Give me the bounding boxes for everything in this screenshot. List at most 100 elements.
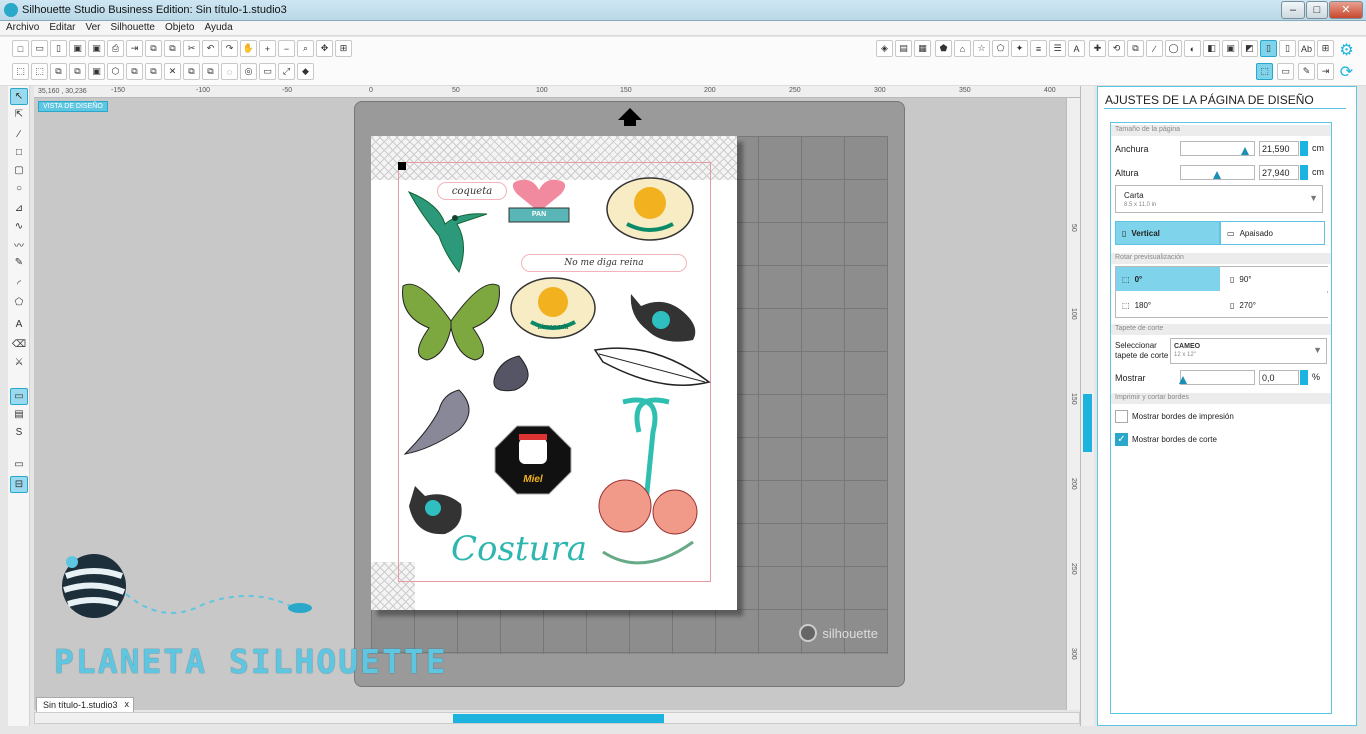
- polygon-tool-icon[interactable]: ⊿: [10, 200, 28, 217]
- duplicate-icon[interactable]: ⧉: [126, 63, 143, 80]
- close-button[interactable]: ✕: [1329, 1, 1363, 19]
- height-slider[interactable]: [1180, 165, 1255, 180]
- zoom-select-icon[interactable]: ⌕: [297, 40, 314, 57]
- bring-to-front-icon[interactable]: ▣: [88, 63, 105, 80]
- page-setup-icon[interactable]: ▯: [1260, 40, 1277, 57]
- transform-icon[interactable]: ✚: [1089, 40, 1106, 57]
- horizontal-scrollbar[interactable]: [34, 712, 1080, 724]
- costura-text-sticker[interactable]: Costura: [449, 524, 589, 574]
- line-tool-icon[interactable]: ∕: [10, 126, 28, 143]
- outline-shape-icon[interactable]: ⬠: [992, 40, 1009, 57]
- cut-settings-icon[interactable]: ✎: [1298, 63, 1315, 80]
- library-book-icon[interactable]: ▤: [10, 406, 28, 423]
- line-style-icon[interactable]: ▤: [895, 40, 912, 57]
- horizontal-scroll-thumb[interactable]: [453, 714, 664, 723]
- offset-icon[interactable]: ◯: [1165, 40, 1182, 57]
- ellipse-tool-icon[interactable]: ○: [10, 180, 28, 197]
- release-compound-icon[interactable]: ⧉: [69, 63, 86, 80]
- redo-icon[interactable]: ↷: [221, 40, 238, 57]
- home-shape-icon[interactable]: ⌂: [954, 40, 971, 57]
- effects-icon[interactable]: ✦: [1011, 40, 1028, 57]
- height-input[interactable]: 27,940: [1259, 165, 1299, 180]
- library-icon[interactable]: ▣: [1222, 40, 1239, 57]
- send-icon[interactable]: ⇥: [1317, 63, 1334, 80]
- save-icon[interactable]: ▣: [69, 40, 86, 57]
- coqueta-text-sticker[interactable]: coqueta: [437, 182, 507, 200]
- replicate-icon[interactable]: ⧉: [1127, 40, 1144, 57]
- orientation-landscape-button[interactable]: ▭ Apaisado: [1220, 221, 1325, 245]
- window-panel-icon[interactable]: ▭: [10, 456, 28, 473]
- height-spinner[interactable]: [1300, 165, 1308, 180]
- pentagon-shape-icon[interactable]: ⬟: [935, 40, 952, 57]
- menu-objeto[interactable]: Objeto: [159, 21, 198, 33]
- curve-tool-icon[interactable]: ∿: [10, 218, 28, 235]
- group-icon[interactable]: ⬚: [12, 63, 29, 80]
- knife-tool-icon[interactable]: ⚔: [10, 354, 28, 371]
- vertical-scrollbar[interactable]: [1080, 86, 1094, 726]
- zoom-in-icon[interactable]: +: [259, 40, 276, 57]
- text-style-icon[interactable]: A: [1068, 40, 1085, 57]
- rotate-270-button[interactable]: ▯ 270°: [1224, 293, 1328, 317]
- design-page-icon[interactable]: ▭: [10, 388, 28, 405]
- vertical-scroll-thumb[interactable]: [1083, 394, 1092, 452]
- recent-document-icon[interactable]: ▯: [50, 40, 67, 57]
- heart-banner-sticker[interactable]: [503, 178, 575, 230]
- edit-points-icon[interactable]: ⤢: [278, 63, 295, 80]
- paper-size-dropdown[interactable]: Carta 8.5 x 11.0 in ▼: [1115, 185, 1323, 213]
- design-view-icon[interactable]: ⬚: [1256, 63, 1273, 80]
- settings-gear-icon[interactable]: ⚙: [1338, 41, 1355, 59]
- cube-3d-icon[interactable]: ◆: [297, 63, 314, 80]
- copy-icon[interactable]: ⧉: [145, 40, 162, 57]
- width-input[interactable]: 21,590: [1259, 141, 1299, 156]
- rounded-rect-tool-icon[interactable]: ▢: [10, 162, 28, 179]
- limonada-sticker-1[interactable]: [605, 176, 695, 242]
- arrange-icon[interactable]: ⧉: [202, 63, 219, 80]
- spiral-icon[interactable]: ◎: [240, 63, 257, 80]
- sketch-view-icon[interactable]: ▭: [1277, 63, 1294, 80]
- menu-ver[interactable]: Ver: [79, 21, 104, 33]
- drag-zoom-icon[interactable]: ✥: [316, 40, 333, 57]
- delete-icon[interactable]: ✕: [164, 63, 181, 80]
- text-tool-icon[interactable]: A: [10, 316, 28, 333]
- regular-polygon-tool-icon[interactable]: ⬠: [10, 294, 28, 311]
- registration-marks-icon[interactable]: ▯: [1279, 40, 1296, 57]
- rotate-icon[interactable]: ⟲: [1108, 40, 1125, 57]
- show-cut-borders-checkbox[interactable]: ✓: [1115, 433, 1128, 446]
- minimize-button[interactable]: –: [1281, 1, 1305, 19]
- menu-archivo[interactable]: Archivo: [0, 21, 43, 33]
- width-spinner[interactable]: [1300, 141, 1308, 156]
- grid-icon[interactable]: ⊞: [1317, 40, 1334, 57]
- pan-hand-icon[interactable]: ✋: [240, 40, 257, 57]
- scissors-roses-sticker[interactable]: [583, 392, 709, 578]
- show-print-borders-checkbox[interactable]: [1115, 410, 1128, 423]
- chevron-down-icon[interactable]: ▼: [1309, 193, 1318, 203]
- orientation-vertical-button[interactable]: ▯ Vertical: [1115, 221, 1220, 245]
- open-folder-icon[interactable]: ▭: [31, 40, 48, 57]
- rotate-180-button[interactable]: ⬚ 180°: [1116, 293, 1220, 317]
- width-slider-knob[interactable]: [1241, 147, 1249, 155]
- freehand-tool-icon[interactable]: 〰: [10, 236, 28, 253]
- undo-icon[interactable]: ↶: [202, 40, 219, 57]
- rectangle-tool-icon[interactable]: □: [10, 144, 28, 161]
- maximize-button[interactable]: □: [1306, 1, 1328, 19]
- opacity-slider-knob[interactable]: [1179, 376, 1187, 384]
- star-shape-icon[interactable]: ☆: [973, 40, 990, 57]
- feather-sticker[interactable]: [593, 342, 711, 394]
- make-compound-icon[interactable]: ⧉: [50, 63, 67, 80]
- width-slider[interactable]: [1180, 141, 1255, 156]
- fill-color-icon[interactable]: ◈: [876, 40, 893, 57]
- align-icon[interactable]: ▭: [259, 63, 276, 80]
- modify-icon[interactable]: ∕: [1146, 40, 1163, 57]
- fill-panel-icon[interactable]: ▦: [914, 40, 931, 57]
- store-s-icon[interactable]: S: [10, 424, 28, 441]
- send-to-back-icon[interactable]: ⧉: [145, 63, 162, 80]
- ungroup-icon[interactable]: ⬚: [31, 63, 48, 80]
- weld-icon[interactable]: ◌: [221, 63, 238, 80]
- store-icon[interactable]: ◩: [1241, 40, 1258, 57]
- chevron-down-icon[interactable]: ▼: [1313, 345, 1322, 355]
- menu-ayuda[interactable]: Ayuda: [198, 21, 236, 33]
- mat-opacity-input[interactable]: 0,0: [1259, 370, 1299, 385]
- menu-silhouette[interactable]: Silhouette: [105, 21, 159, 33]
- mat-opacity-slider[interactable]: [1179, 370, 1255, 385]
- zoom-out-icon[interactable]: −: [278, 40, 295, 57]
